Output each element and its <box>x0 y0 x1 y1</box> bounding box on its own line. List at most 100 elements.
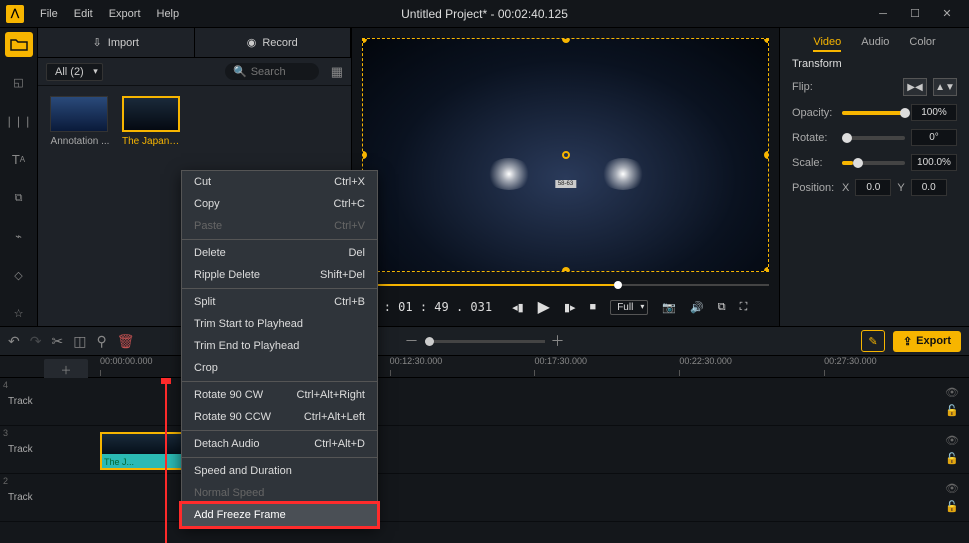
title-bar: ⋀ File Edit Export Help Untitled Project… <box>0 0 969 28</box>
preview-size-select[interactable]: Full <box>610 300 648 315</box>
track-visibility-icon[interactable]: 👁 <box>945 434 959 447</box>
flip-vertical-button[interactable]: ▲▼ <box>933 78 957 96</box>
ctx-normal-speed: Normal Speed <box>182 482 377 504</box>
ctx-trim-end[interactable]: Trim End to Playhead <box>182 335 377 357</box>
zoom-slider[interactable] <box>425 340 545 343</box>
tab-record[interactable]: ◉Record <box>195 28 352 57</box>
preview-scrubber[interactable] <box>362 278 769 292</box>
ctx-ripple-delete[interactable]: Ripple DeleteShift+Del <box>182 264 377 286</box>
ctx-cut[interactable]: CutCtrl+X <box>182 171 377 193</box>
menu-export[interactable]: Export <box>101 8 149 20</box>
track-label: Track <box>8 444 33 455</box>
split-button[interactable]: ✂ <box>51 333 63 350</box>
rail-media-icon[interactable] <box>5 32 33 57</box>
ctx-crop[interactable]: Crop <box>182 357 377 379</box>
crop-button[interactable]: ◫ <box>73 333 86 350</box>
search-input[interactable] <box>251 66 311 78</box>
rail-favorites-icon[interactable]: ☆ <box>5 302 33 327</box>
opacity-value[interactable]: 100% <box>911 104 957 121</box>
redo-button[interactable]: ↷ <box>30 333 42 350</box>
ctx-rotate-cw[interactable]: Rotate 90 CWCtrl+Alt+Right <box>182 384 377 406</box>
flip-horizontal-button[interactable]: ▶◀ <box>903 78 927 96</box>
timeline-ruler[interactable]: ＋ 00:00:00.000 00:05:00.000 00:12:30.000… <box>0 356 969 378</box>
ctx-add-freeze-frame[interactable]: Add Freeze Frame <box>182 504 377 526</box>
position-y-value[interactable]: 0.0 <box>911 179 947 196</box>
tab-audio[interactable]: Audio <box>861 34 889 52</box>
media-filter-select[interactable]: All (2) <box>46 63 103 81</box>
track-visibility-icon[interactable]: 👁 <box>945 482 959 495</box>
position-x-value[interactable]: 0.0 <box>855 179 891 196</box>
rotate-value[interactable]: 0° <box>911 129 957 146</box>
rail-stock-icon[interactable]: ◱ <box>5 71 33 96</box>
detach-preview-icon[interactable]: ⧉ <box>718 301 726 314</box>
opacity-slider[interactable] <box>842 111 905 115</box>
delete-button[interactable]: 🗑 <box>117 333 135 350</box>
ctx-speed-duration[interactable]: Speed and Duration <box>182 460 377 482</box>
play-button[interactable]: ▶ <box>538 297 550 317</box>
notes-button[interactable]: ✎ <box>861 330 885 352</box>
ctx-copy[interactable]: CopyCtrl+C <box>182 193 377 215</box>
flip-label: Flip: <box>792 81 836 93</box>
track-lock-icon[interactable]: 🔓 <box>945 452 959 465</box>
fullscreen-icon[interactable]: ⛶ <box>740 301 748 314</box>
prev-frame-button[interactable]: ◂▮ <box>512 301 524 314</box>
clip-label: The J... <box>104 457 134 467</box>
tab-video[interactable]: Video <box>813 34 841 52</box>
import-icon: ⇩ <box>93 36 102 49</box>
minimize-button[interactable]: ─ <box>867 2 899 26</box>
media-thumb-japanese[interactable]: The Japane... <box>122 96 182 147</box>
playback-controls: : 01 : 49 . 031 ◂▮ ▶ ▮▸ ■ Full 📷 🔊 ⧉ ⛶ <box>362 292 769 322</box>
thumb-label: The Japane... <box>122 136 182 147</box>
zoom-out-button[interactable]: － <box>405 331 419 351</box>
ctx-trim-start[interactable]: Trim Start to Playhead <box>182 313 377 335</box>
export-button[interactable]: ⇪Export <box>893 331 961 352</box>
timeline-clip[interactable]: The J... <box>100 432 188 470</box>
rotate-slider[interactable] <box>842 136 905 140</box>
zoom-in-button[interactable]: ＋ <box>551 331 565 351</box>
search-box[interactable]: 🔍 <box>225 63 319 80</box>
tab-import[interactable]: ⇩Import <box>38 28 195 57</box>
tab-color[interactable]: Color <box>909 34 935 52</box>
rail-effects-icon[interactable]: ⌁ <box>5 225 33 250</box>
menu-help[interactable]: Help <box>149 8 188 20</box>
track-row[interactable]: 4Track👁🔓 <box>0 378 969 426</box>
rail-elements-icon[interactable]: ◇ <box>5 263 33 288</box>
ctx-detach-audio[interactable]: Detach AudioCtrl+Alt+D <box>182 433 377 455</box>
track-row[interactable]: 2Track👁🔓 <box>0 474 969 522</box>
pos-x-label: X <box>842 182 849 194</box>
ctx-delete[interactable]: DeleteDel <box>182 242 377 264</box>
section-transform: Transform <box>792 58 957 70</box>
next-frame-button[interactable]: ▮▸ <box>564 301 576 314</box>
maximize-button[interactable]: ☐ <box>899 2 931 26</box>
stop-button[interactable]: ■ <box>590 301 597 313</box>
track-row[interactable]: 3Track👁🔓 The J... <box>0 426 969 474</box>
track-visibility-icon[interactable]: 👁 <box>945 386 959 399</box>
menu-edit[interactable]: Edit <box>66 8 101 20</box>
app-logo: ⋀ <box>6 5 24 23</box>
ctx-rotate-ccw[interactable]: Rotate 90 CCWCtrl+Alt+Left <box>182 406 377 428</box>
scale-value[interactable]: 100.0% <box>911 154 957 171</box>
snapshot-icon[interactable]: 📷 <box>662 301 676 314</box>
volume-icon[interactable]: 🔊 <box>690 301 704 314</box>
rail-text-icon[interactable]: TA <box>5 148 33 173</box>
rail-transition-icon[interactable]: ⧉ <box>5 186 33 211</box>
playhead[interactable] <box>165 378 167 543</box>
rail-audio-icon[interactable]: ❘❘❘ <box>5 109 33 134</box>
close-button[interactable]: ✕ <box>931 2 963 26</box>
pos-y-label: Y <box>897 182 904 194</box>
undo-button[interactable]: ↶ <box>8 333 20 350</box>
rotate-label: Rotate: <box>792 132 836 144</box>
marker-button[interactable]: ⚲ <box>96 333 106 350</box>
media-thumb-annotation[interactable]: Annotation ... <box>50 96 110 147</box>
menu-file[interactable]: File <box>32 8 66 20</box>
preview-viewport[interactable]: 58-63 <box>362 38 769 272</box>
timeline-toolbar: ↶ ↷ ✂ ◫ ⚲ 🗑 － ＋ ✎ ⇪Export <box>0 326 969 356</box>
ruler-mark: 00:12:30.000 <box>390 356 535 377</box>
preview-content: 58-63 <box>476 120 656 200</box>
track-lock-icon[interactable]: 🔓 <box>945 404 959 417</box>
scale-slider[interactable] <box>842 161 905 165</box>
grid-view-icon[interactable]: ▦ <box>331 64 343 80</box>
track-lock-icon[interactable]: 🔓 <box>945 500 959 513</box>
ctx-split[interactable]: SplitCtrl+B <box>182 291 377 313</box>
properties-panel: Video Audio Color Transform Flip: ▶◀ ▲▼ … <box>779 28 969 326</box>
